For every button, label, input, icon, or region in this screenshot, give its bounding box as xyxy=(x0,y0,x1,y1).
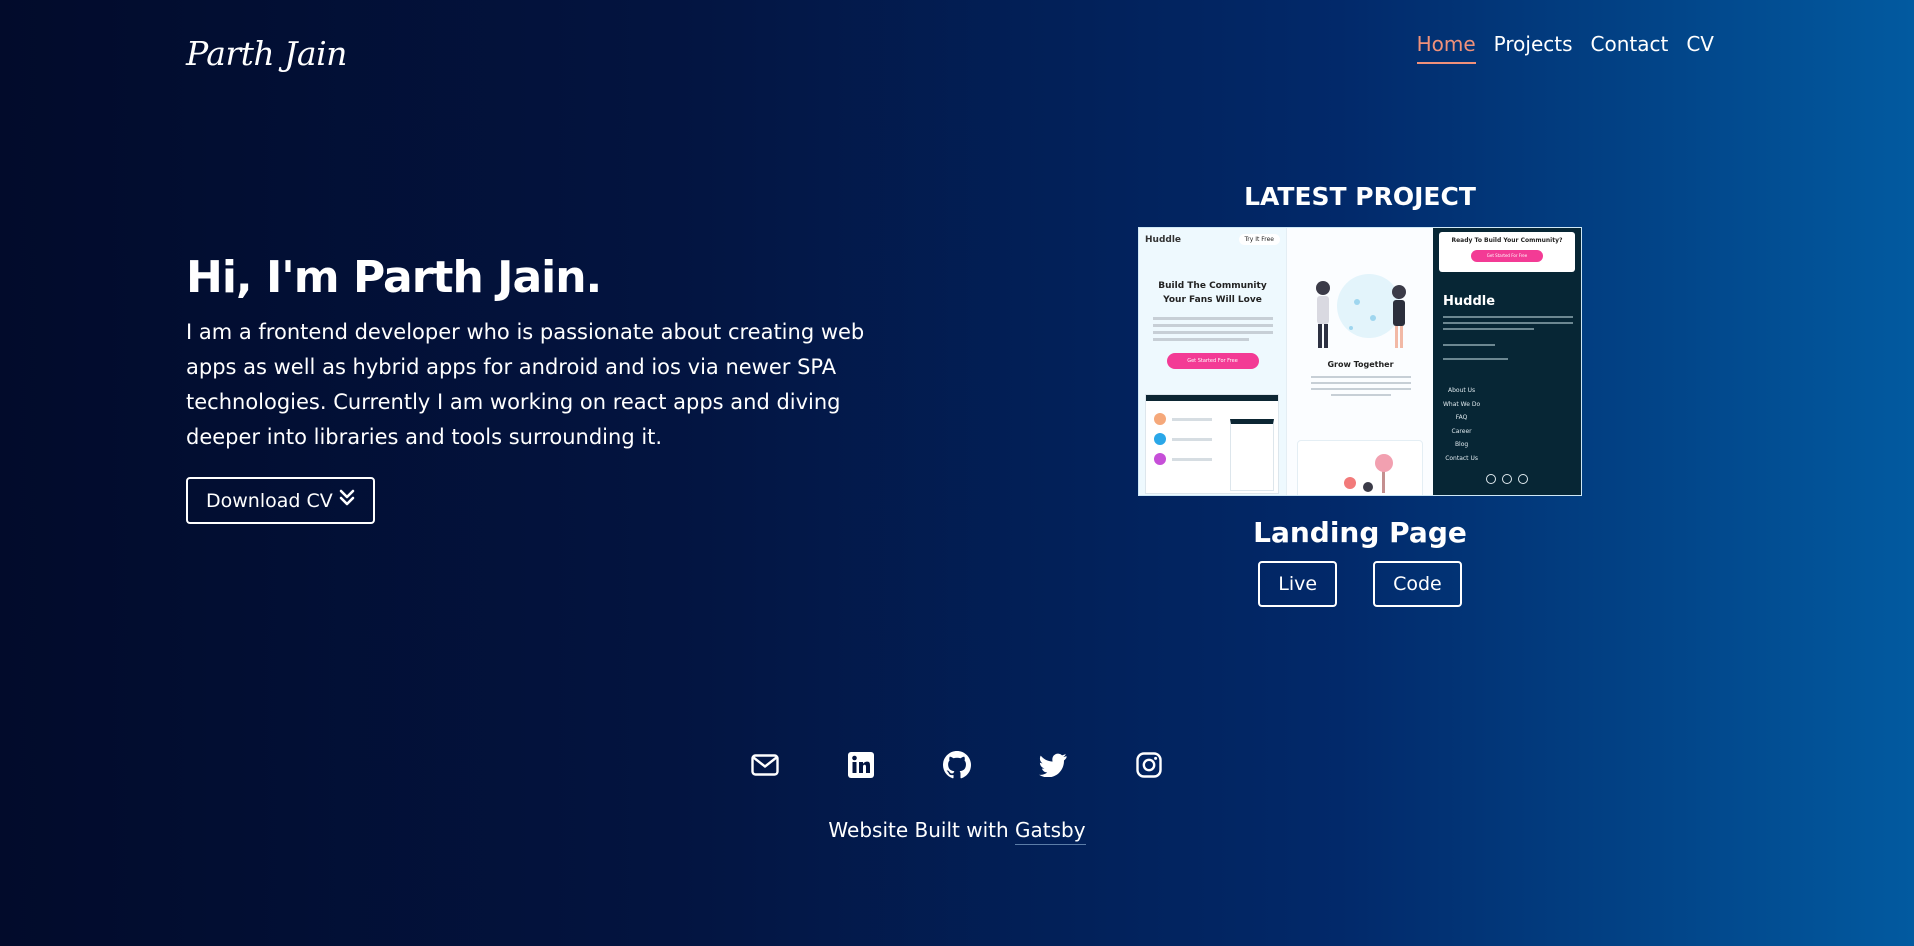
preview-feature-title: Grow Together xyxy=(1327,360,1394,369)
preview-try-button: Try It Free xyxy=(1238,234,1280,245)
nav-contact[interactable]: Contact xyxy=(1591,32,1669,64)
preview-social-icons xyxy=(1433,474,1581,484)
project-links: Live Code xyxy=(1138,561,1582,607)
download-cv-label: Download CV xyxy=(206,489,333,512)
preview-footer-link: Blog xyxy=(1454,441,1469,448)
preview-card xyxy=(1297,440,1423,495)
double-chevron-down-icon xyxy=(339,489,355,512)
preview-feature-text xyxy=(1311,376,1411,396)
preview-feature-panel: Grow Together xyxy=(1286,228,1433,495)
preview-hero-panel: Huddle Try It Free Build The Community Y… xyxy=(1139,228,1286,495)
preview-brand: Huddle xyxy=(1145,234,1182,245)
site-footer: Website Built with Gatsby xyxy=(0,818,1914,845)
preview-cta-card: Ready To Build Your Community? Get Start… xyxy=(1439,232,1575,272)
preview-footer-heading: Ready To Build Your Community? xyxy=(1451,237,1563,244)
code-button[interactable]: Code xyxy=(1373,561,1462,607)
mail-icon[interactable] xyxy=(750,750,780,780)
latest-project: LATEST PROJECT Huddle Try It Free Build … xyxy=(1138,182,1582,607)
nav-home[interactable]: Home xyxy=(1416,32,1476,64)
preview-footer-links: About Us What We Do FAQ Career Blog Cont… xyxy=(1443,384,1480,465)
preview-cta: Get Started For Free xyxy=(1166,353,1259,369)
gatsby-link[interactable]: Gatsby xyxy=(1015,818,1086,845)
nav-cv[interactable]: CV xyxy=(1686,32,1714,64)
linkedin-icon[interactable] xyxy=(846,750,876,780)
preview-mockup xyxy=(1145,394,1279,494)
main-nav: Home Projects Contact CV xyxy=(1416,32,1714,64)
preview-footer-link: Contact Us xyxy=(1445,454,1478,462)
preview-footer-link: FAQ xyxy=(1455,414,1468,421)
preview-headline: Build The Community Your Fans Will Love xyxy=(1158,281,1267,305)
twitter-icon[interactable] xyxy=(1038,750,1068,780)
site-logo[interactable]: Parth Jain xyxy=(186,34,347,73)
project-preview-image[interactable]: Huddle Try It Free Build The Community Y… xyxy=(1138,227,1582,496)
hero-section: Hi, I'm Parth Jain. I am a frontend deve… xyxy=(186,252,886,524)
preview-footer-brand: Huddle xyxy=(1443,294,1496,309)
preview-footer-panel: Ready To Build Your Community? Get Start… xyxy=(1433,228,1581,495)
instagram-icon[interactable] xyxy=(1134,750,1164,780)
preview-contact-lines xyxy=(1443,316,1573,360)
preview-footer-link: Career xyxy=(1451,427,1472,435)
hero-title: Hi, I'm Parth Jain. xyxy=(186,252,602,303)
github-icon[interactable] xyxy=(942,750,972,780)
nav-projects[interactable]: Projects xyxy=(1494,32,1573,64)
preview-footer-cta: Get Started For Free xyxy=(1471,250,1543,262)
preview-footer-link: About Us xyxy=(1447,387,1476,394)
preview-footer-link: What We Do xyxy=(1443,400,1481,408)
live-button[interactable]: Live xyxy=(1258,561,1338,607)
preview-illustration xyxy=(1316,274,1406,348)
latest-project-heading: LATEST PROJECT xyxy=(1244,182,1476,211)
social-links xyxy=(0,750,1914,780)
project-name: Landing Page xyxy=(1253,516,1467,549)
preview-text-lines xyxy=(1152,317,1273,341)
download-cv-button[interactable]: Download CV xyxy=(186,477,375,524)
footer-text: Website Built with xyxy=(828,818,1016,842)
hero-intro: I am a frontend developer who is passion… xyxy=(186,320,865,449)
